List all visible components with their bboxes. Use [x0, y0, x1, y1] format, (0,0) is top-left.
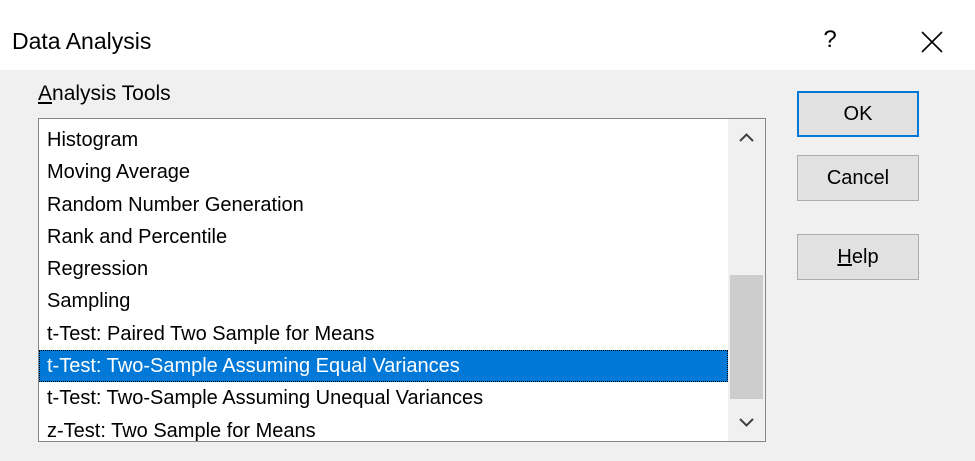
cancel-button[interactable]: Cancel [797, 155, 919, 201]
scroll-up-button[interactable] [728, 119, 765, 155]
window-title: Data Analysis [12, 28, 152, 54]
list-item[interactable]: t-Test: Paired Two Sample for Means [39, 318, 728, 350]
analysis-tools-label: Analysis Tools [38, 82, 171, 106]
list-item[interactable]: Random Number Generation [39, 189, 728, 221]
help-button[interactable]: Help [797, 234, 919, 280]
help-button-accelerator: H [837, 246, 852, 268]
list-item[interactable]: Histogram [39, 124, 728, 156]
title-bar: Data Analysis ? [0, 0, 975, 70]
list-item[interactable]: z-Test: Two Sample for Means [39, 415, 728, 441]
list-item[interactable]: t-Test: Two-Sample Assuming Unequal Vari… [39, 382, 728, 414]
data-analysis-dialog: Data Analysis ? Analysis Tools Histogram… [0, 0, 975, 461]
analysis-tools-label-accelerator: A [38, 82, 53, 105]
close-button[interactable] [912, 22, 952, 62]
list-item[interactable]: Sampling [39, 285, 728, 317]
ok-button[interactable]: OK [797, 91, 919, 137]
vertical-scrollbar[interactable] [728, 119, 765, 441]
list-item[interactable]: Rank and Percentile [39, 221, 728, 253]
list-item[interactable]: Regression [39, 253, 728, 285]
list-item[interactable]: Moving Average [39, 156, 728, 188]
scroll-down-button[interactable] [728, 405, 765, 441]
help-button-text: elp [851, 246, 879, 268]
close-icon [921, 31, 943, 53]
analysis-tools-label-text: nalysis Tools [52, 82, 171, 105]
scroll-thumb[interactable] [730, 275, 763, 399]
list-item[interactable]: t-Test: Two-Sample Assuming Equal Varian… [39, 350, 728, 383]
analysis-tools-listbox[interactable]: Histogram Moving Average Random Number Gen… [38, 118, 766, 442]
title-help-button[interactable]: ? [810, 20, 850, 60]
analysis-tools-list: Histogram Moving Average Random Number Gen… [39, 124, 728, 441]
chevron-down-icon [739, 418, 754, 427]
chevron-up-icon [739, 133, 754, 142]
